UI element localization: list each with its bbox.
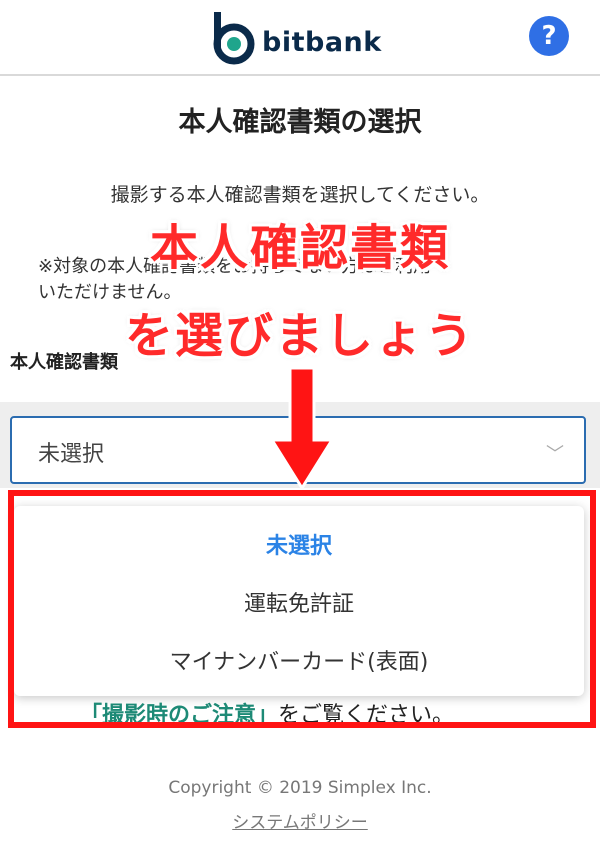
question-icon: ? bbox=[541, 21, 557, 51]
help-button[interactable]: ? bbox=[529, 16, 569, 56]
bitbank-logo[interactable]: bitbank bbox=[210, 10, 382, 66]
instruction-text: 撮影する本人確認書類を選択してください。 bbox=[110, 184, 490, 206]
copyright-text: Copyright © 2019 Simplex Inc. bbox=[168, 778, 432, 798]
app-header: bitbank ? bbox=[0, 0, 600, 76]
page-title: 本人確認書類の選択 bbox=[178, 107, 422, 138]
annotation-highlight-box bbox=[8, 490, 596, 728]
bitbank-logo-icon bbox=[213, 12, 255, 65]
chevron-up-icon: ﹀ bbox=[546, 444, 564, 465]
down-arrow-icon bbox=[270, 366, 334, 490]
logo-text: bitbank bbox=[262, 26, 382, 58]
system-policy-link[interactable]: システムポリシー bbox=[232, 813, 368, 833]
annotation-line-1: 本人確認書類 bbox=[149, 220, 450, 276]
system-policy-link-row: システムポリシー bbox=[0, 808, 600, 833]
annotation-line-2: を選びましょう bbox=[124, 308, 475, 364]
select-value: 未選択 bbox=[38, 442, 105, 467]
